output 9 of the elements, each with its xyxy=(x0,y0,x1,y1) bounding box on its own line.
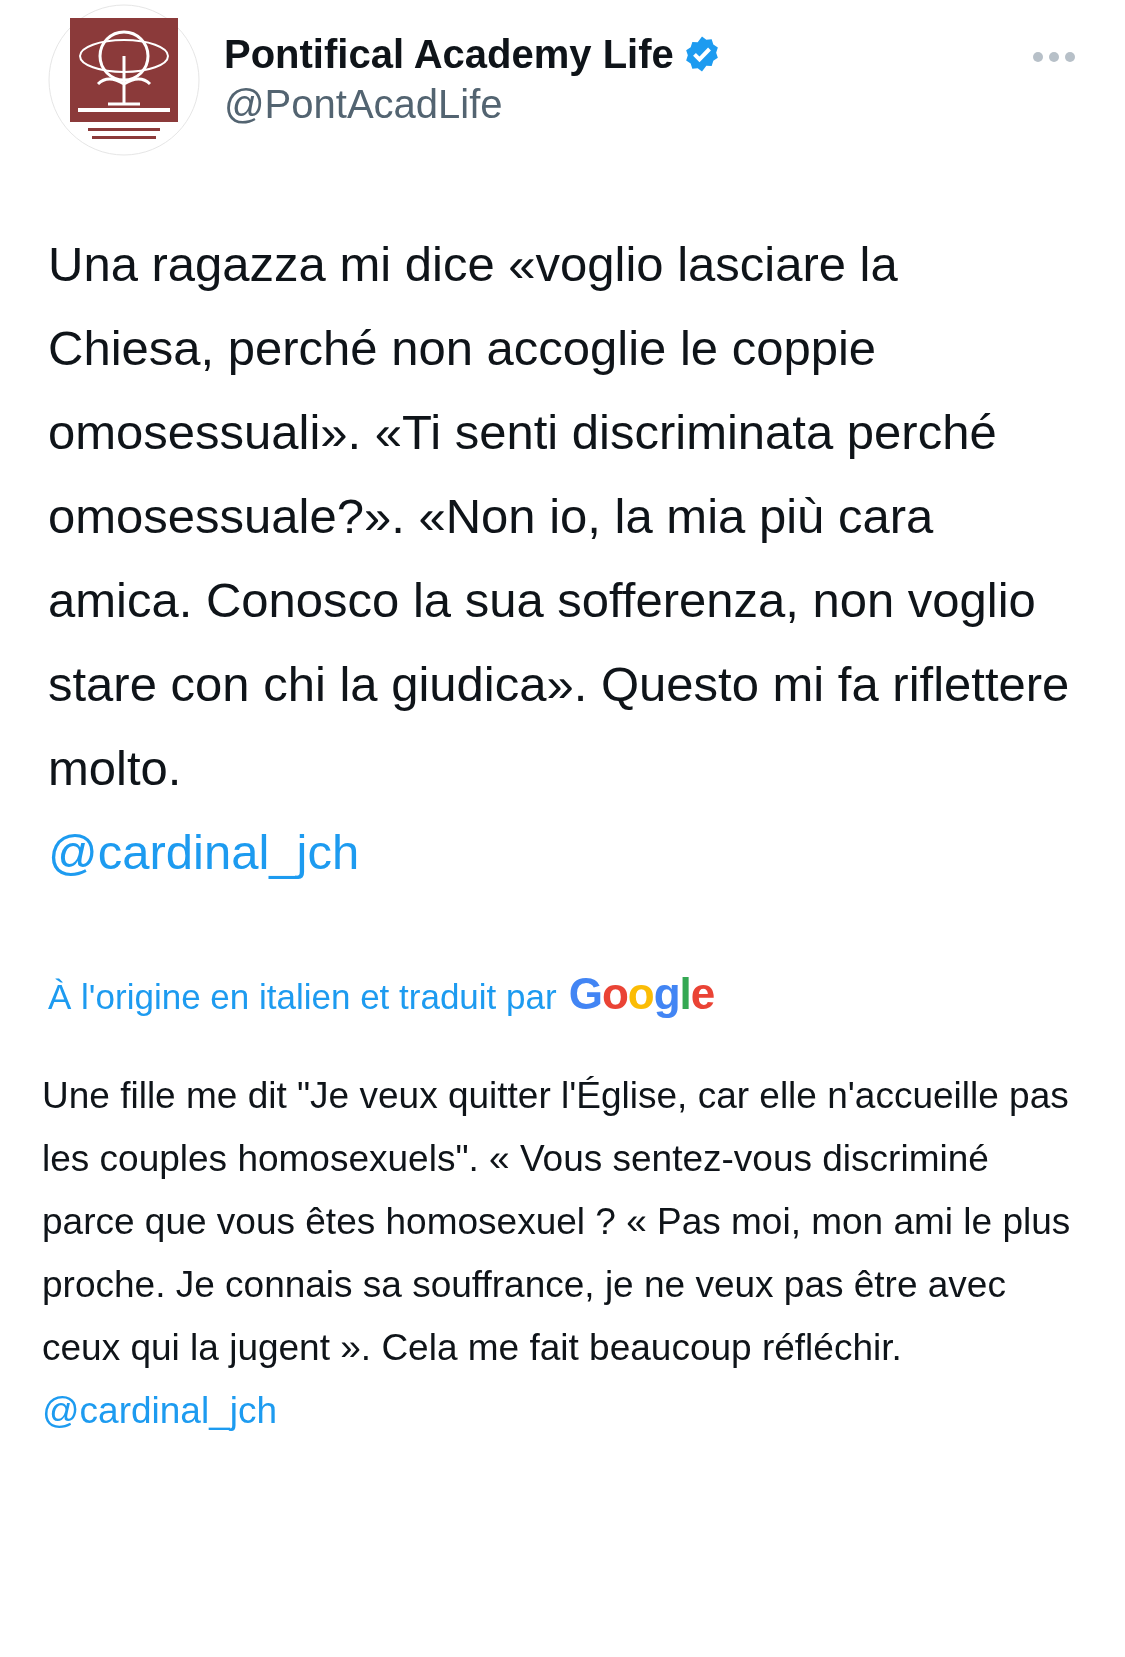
author-handle[interactable]: @PontAcadLife xyxy=(224,78,1033,130)
translation-note[interactable]: À l'origine en italien et traduit par xyxy=(48,974,557,1020)
mention-link[interactable]: @cardinal_jch xyxy=(48,825,360,879)
author-name[interactable]: Pontifical Academy Life xyxy=(224,30,674,78)
tweet-text: Una ragazza mi dice «voglio lasciare la Chiesa, perché non accoglie le coppie omosessuali». «Ti senti discriminata perché omosessuale?». «Non io, la mia più cara amica. Conosco la sua sofferenza, non voglio stare con chi la giudica». Questo mi fa riflettere molto. xyxy=(48,236,1071,797)
translated-text: Une fille me dit "Je veux quitter l'Église, car elle n'accueille pas les couples homosexuels". « Vous sentez-vous discriminé parce que vous êtes homosexuel ? « Pas moi, mon ami le plus proche. Je connais sa souffrance, je ne veux pas être avec ceux qui la jugent ». Cela me fait beaucoup réfléchir. @cardinal_jch xyxy=(42,1074,1072,1433)
logo-avatar-icon[interactable] xyxy=(48,4,200,156)
mention-link[interactable]: @cardinal_jch xyxy=(42,1390,277,1431)
google-logo: Google xyxy=(568,968,715,1020)
